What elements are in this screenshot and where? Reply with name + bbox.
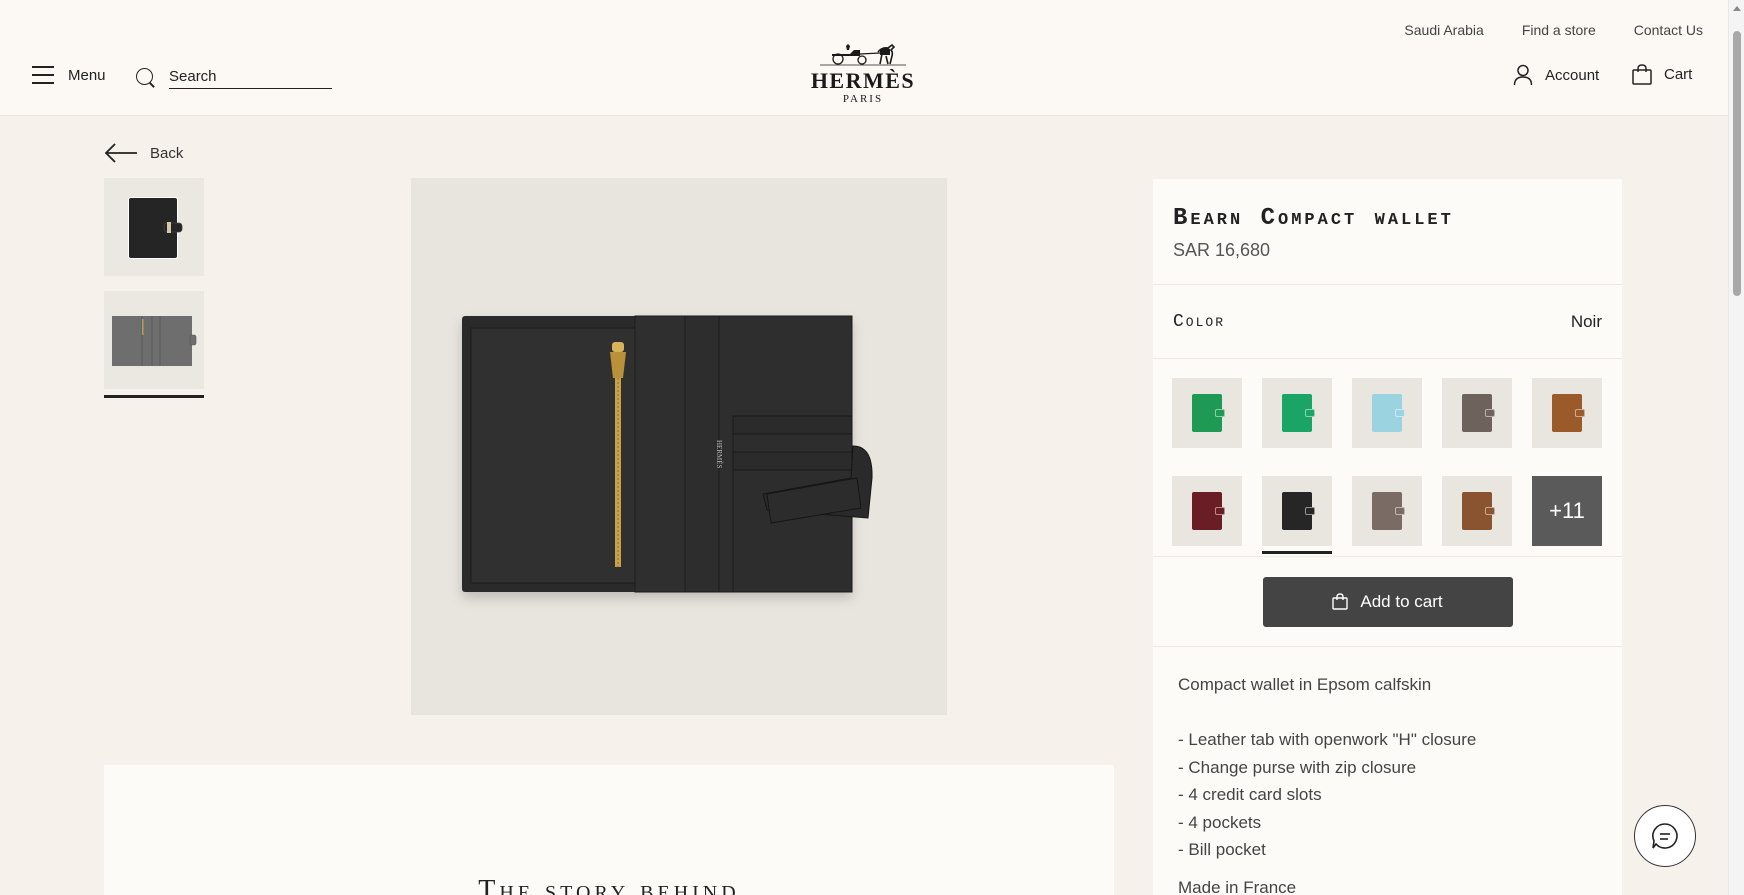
back-button[interactable]: Back xyxy=(104,143,183,163)
color-swatch[interactable] xyxy=(1262,476,1332,554)
carriage-logo-icon xyxy=(820,44,906,66)
color-swatch[interactable] xyxy=(1352,476,1422,546)
search-icon[interactable] xyxy=(135,67,157,89)
feature-item: - Leather tab with openwork "H" closure xyxy=(1178,730,1477,749)
back-label: Back xyxy=(150,144,184,162)
arrow-left-icon xyxy=(104,143,137,163)
thumb-wallet-open[interactable] xyxy=(104,291,204,398)
thumb-wallet-closed[interactable] xyxy=(104,178,204,276)
swatch-wallet-image xyxy=(1282,394,1315,432)
hermes-logo[interactable]: HERMÈS PARIS xyxy=(805,44,921,105)
color-label: Color xyxy=(1173,311,1226,332)
account-label: Account xyxy=(1545,66,1600,84)
feature-item: - Bill pocket xyxy=(1178,840,1266,859)
feature-item: - Change purse with zip closure xyxy=(1178,757,1417,777)
product-header: Bearn Compact wallet SAR 16,680 xyxy=(1153,179,1622,285)
country-link[interactable]: Saudi Arabia xyxy=(1404,22,1483,38)
color-value: Noir xyxy=(1570,311,1602,331)
swatch-wallet-image xyxy=(1192,394,1225,432)
product-description: Compact wallet in Epsom calfskin - Leath… xyxy=(1153,647,1622,895)
logo-brand-text: HERMÈS xyxy=(810,68,916,93)
color-swatch[interactable] xyxy=(1532,378,1602,448)
color-swatch[interactable] xyxy=(1442,378,1512,448)
description-origin: Made in France xyxy=(1178,877,1297,895)
user-icon xyxy=(1513,64,1533,86)
shopping-bag-icon xyxy=(1632,64,1652,85)
wallet-open-image xyxy=(112,316,197,366)
color-swatch[interactable] xyxy=(1352,378,1422,448)
wallet-open-main-image: HERMÈS xyxy=(462,315,873,593)
menu-button[interactable]: Menu xyxy=(32,66,106,84)
swatch-wallet-image xyxy=(1552,394,1585,432)
product-price: SAR 16,680 xyxy=(1173,240,1271,260)
product-title: Bearn Compact wallet xyxy=(1173,205,1454,232)
swatch-wallet-image xyxy=(1282,492,1315,530)
swatch-wallet-image xyxy=(1372,492,1405,530)
contact-us-link[interactable]: Contact Us xyxy=(1634,22,1703,38)
swatch-wallet-image xyxy=(1462,492,1495,530)
search-bar xyxy=(135,66,332,89)
swatch-wallet-image xyxy=(1462,394,1495,432)
page-scrollbar[interactable] xyxy=(1728,0,1744,895)
account-button[interactable]: Account xyxy=(1513,64,1599,86)
search-input[interactable] xyxy=(169,66,332,89)
wallet-closed-image xyxy=(128,197,183,259)
swatch-wallet-image xyxy=(1192,492,1225,530)
menu-label: Menu xyxy=(68,66,106,84)
utility-links: Saudi Arabia Find a store Contact Us xyxy=(1404,22,1703,38)
color-row: Color Noir xyxy=(1153,285,1622,359)
story-section: The story behind xyxy=(104,765,1114,895)
hamburger-icon xyxy=(32,66,54,84)
chat-bubble-icon xyxy=(1652,823,1678,849)
add-to-cart-label: Add to cart xyxy=(1360,591,1443,611)
svg-text:HERMÈS: HERMÈS xyxy=(715,440,723,469)
story-heading: The story behind xyxy=(478,875,740,895)
color-swatch[interactable] xyxy=(1262,378,1332,448)
swatch-wallet-image xyxy=(1372,394,1405,432)
add-to-cart-button[interactable]: Add to cart xyxy=(1262,576,1513,627)
description-intro: Compact wallet in Epsom calfskin xyxy=(1178,675,1432,694)
color-swatch[interactable] xyxy=(1172,378,1242,448)
main-product-image[interactable]: HERMÈS xyxy=(411,178,947,715)
scroll-up-arrow-icon[interactable] xyxy=(1733,6,1741,11)
find-store-link[interactable]: Find a store xyxy=(1522,22,1596,38)
feature-item: - 4 credit card slots xyxy=(1178,785,1322,804)
product-panel: Bearn Compact wallet SAR 16,680 Color No… xyxy=(1153,179,1622,895)
logo-city-text: PARIS xyxy=(842,93,884,105)
scrollbar-thumb[interactable] xyxy=(1733,31,1741,296)
color-swatches: +11 xyxy=(1153,359,1622,557)
color-swatch[interactable] xyxy=(1172,476,1242,546)
cart-row: Add to cart xyxy=(1153,557,1622,647)
gallery-thumbnails xyxy=(104,178,204,404)
shopping-bag-icon xyxy=(1332,593,1349,610)
cart-button[interactable]: Cart xyxy=(1632,64,1692,85)
cart-label: Cart xyxy=(1664,66,1693,83)
chat-button[interactable] xyxy=(1634,805,1696,867)
site-header: Saudi Arabia Find a store Contact Us Men… xyxy=(0,0,1728,116)
more-colors-button[interactable]: +11 xyxy=(1532,476,1602,546)
feature-item: - 4 pockets xyxy=(1178,812,1262,832)
color-swatch[interactable] xyxy=(1442,476,1512,546)
